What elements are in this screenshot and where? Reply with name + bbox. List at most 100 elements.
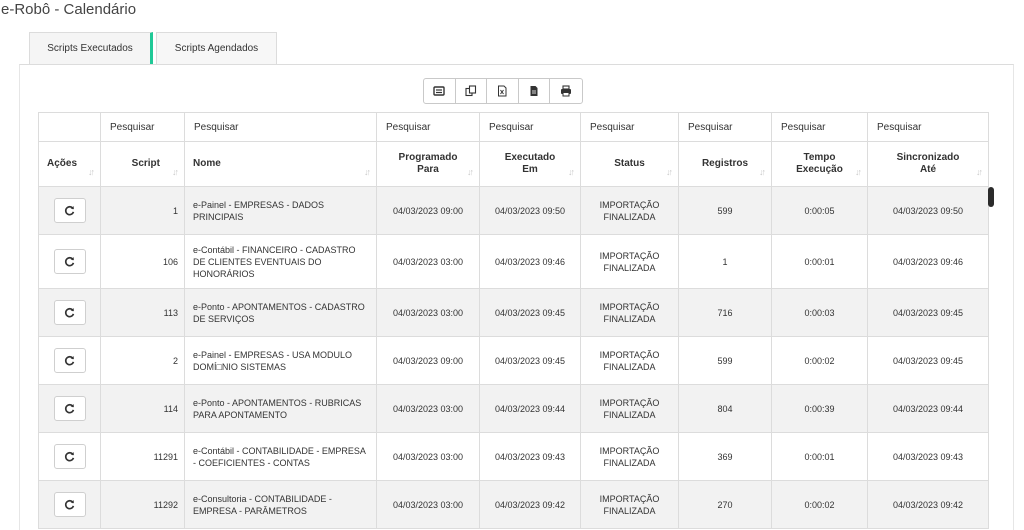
header-registros-label: Registros — [701, 158, 749, 169]
sincronizado-cell: 04/03/2023 09:45 — [867, 336, 989, 385]
programado-cell: 04/03/2023 03:00 — [376, 384, 480, 433]
tempo-cell: 0:00:01 — [771, 432, 868, 481]
actions-cell — [38, 234, 101, 289]
tab-scripts-agendados[interactable]: Scripts Agendados — [156, 32, 277, 65]
refresh-button[interactable] — [53, 444, 86, 469]
sort-icon: ↓↑ — [666, 167, 673, 177]
nome-cell: e-Ponto - APONTAMENTOS - RUBRICAS PARA A… — [184, 384, 377, 433]
registros-cell: 369 — [678, 432, 772, 481]
copy-button[interactable] — [456, 79, 488, 103]
header-programado[interactable]: Programado Para ↓↑ — [376, 141, 480, 187]
table-row: 11291 e-Contábil - CONTABILIDADE - EMPRE… — [38, 432, 989, 481]
refresh-icon — [64, 451, 75, 462]
header-tempo[interactable]: Tempo Execução ↓↑ — [771, 141, 868, 187]
script-cell: 106 — [100, 234, 185, 289]
refresh-icon — [64, 403, 75, 414]
excel-button[interactable] — [487, 79, 519, 103]
programado-cell: 04/03/2023 09:00 — [376, 336, 480, 385]
refresh-button[interactable] — [53, 198, 86, 223]
refresh-button[interactable] — [53, 249, 86, 274]
script-cell: 11291 — [100, 432, 185, 481]
search-cell-empty — [38, 112, 101, 142]
sort-icon: ↓↑ — [976, 167, 983, 177]
header-registros[interactable]: Registros ↓↑ — [678, 141, 772, 187]
header-nome-label: Nome — [193, 158, 221, 169]
script-cell: 11292 — [100, 480, 185, 529]
script-cell: 1 — [100, 186, 185, 235]
search-tempo-input[interactable]: Pesquisar — [771, 112, 868, 142]
refresh-icon — [64, 499, 75, 510]
script-cell: 113 — [100, 288, 185, 337]
search-status-input[interactable]: Pesquisar — [580, 112, 679, 142]
search-executado-input[interactable]: Pesquisar — [479, 112, 581, 142]
search-registros-input[interactable]: Pesquisar — [678, 112, 772, 142]
tempo-cell: 0:00:02 — [771, 480, 868, 529]
programado-cell: 04/03/2023 03:00 — [376, 432, 480, 481]
sort-icon: ↓↑ — [364, 167, 371, 177]
header-executado[interactable]: Executado Em ↓↑ — [479, 141, 581, 187]
header-nome[interactable]: Nome ↓↑ — [184, 141, 377, 187]
search-programado-input[interactable]: Pesquisar — [376, 112, 480, 142]
table-row: 2 e-Painel - EMPRESAS - USA MODULO DOMÍ□… — [38, 336, 989, 385]
registros-cell: 804 — [678, 384, 772, 433]
excel-icon — [498, 85, 507, 97]
programado-cell: 04/03/2023 03:00 — [376, 480, 480, 529]
table-row: 1 e-Painel - EMPRESAS - DADOS PRINCIPAIS… — [38, 186, 989, 235]
header-row: Ações ↓↑ Script ↓↑ Nome ↓↑ Programado Para ↓↑… — [38, 141, 989, 187]
table-row: 113 e-Ponto - APONTAMENTOS - CADASTRO DE… — [38, 288, 989, 337]
columns-button[interactable] — [424, 79, 456, 103]
sincronizado-cell: 04/03/2023 09:50 — [867, 186, 989, 235]
refresh-button[interactable] — [53, 300, 86, 325]
table-row: 106 e-Contábil - FINANCEIRO - CADASTRO D… — [38, 234, 989, 289]
search-script-input[interactable]: Pesquisar — [100, 112, 185, 142]
nome-cell: e-Consultoria - CONTABILIDADE - EMPRESA … — [184, 480, 377, 529]
sincronizado-cell: 04/03/2023 09:46 — [867, 234, 989, 289]
header-executado-line2: Em — [522, 164, 538, 175]
pdf-button[interactable] — [519, 79, 551, 103]
status-cell: IMPORTAÇÃO FINALIZADA — [580, 336, 679, 385]
refresh-icon — [64, 307, 75, 318]
executado-cell: 04/03/2023 09:43 — [479, 432, 581, 481]
search-nome-input[interactable]: Pesquisar — [184, 112, 377, 142]
sincronizado-cell: 04/03/2023 09:44 — [867, 384, 989, 433]
refresh-button[interactable] — [53, 492, 86, 517]
search-sincronizado-input[interactable]: Pesquisar — [867, 112, 989, 142]
nome-cell: e-Painel - EMPRESAS - USA MODULO DOMÍ□NI… — [184, 336, 377, 385]
table-row: 11292 e-Consultoria - CONTABILIDADE - EM… — [38, 480, 989, 529]
executado-cell: 04/03/2023 09:50 — [479, 186, 581, 235]
script-cell: 114 — [100, 384, 185, 433]
status-cell: IMPORTAÇÃO FINALIZADA — [580, 384, 679, 433]
actions-cell — [38, 384, 101, 433]
header-script[interactable]: Script ↓↑ — [100, 141, 185, 187]
table-row: 114 e-Ponto - APONTAMENTOS - RUBRICAS PA… — [38, 384, 989, 433]
programado-cell: 04/03/2023 03:00 — [376, 234, 480, 289]
status-cell: IMPORTAÇÃO FINALIZADA — [580, 234, 679, 289]
tempo-cell: 0:00:39 — [771, 384, 868, 433]
status-cell: IMPORTAÇÃO FINALIZADA — [580, 288, 679, 337]
refresh-button[interactable] — [53, 348, 86, 373]
actions-cell — [38, 432, 101, 481]
script-cell: 2 — [100, 336, 185, 385]
header-sincronizado[interactable]: Sincronizado Até ↓↑ — [867, 141, 989, 187]
header-tempo-line2: Execução — [796, 164, 843, 175]
scrollbar-thumb[interactable] — [988, 187, 994, 207]
refresh-icon — [64, 256, 75, 267]
nome-cell: e-Ponto - APONTAMENTOS - CADASTRO DE SER… — [184, 288, 377, 337]
sort-icon: ↓↑ — [172, 167, 179, 177]
actions-cell — [38, 288, 101, 337]
export-toolbar — [423, 78, 583, 104]
nome-cell: e-Contábil - FINANCEIRO - CADASTRO DE CL… — [184, 234, 377, 289]
header-status[interactable]: Status ↓↑ — [580, 141, 679, 187]
sort-icon: ↓↑ — [568, 167, 575, 177]
copy-icon — [465, 85, 476, 97]
refresh-button[interactable] — [53, 396, 86, 421]
registros-cell: 599 — [678, 336, 772, 385]
header-acoes[interactable]: Ações ↓↑ — [38, 141, 101, 187]
header-programado-line1: Programado — [398, 152, 458, 163]
nome-cell: e-Painel - EMPRESAS - DADOS PRINCIPAIS — [184, 186, 377, 235]
print-button[interactable] — [550, 79, 582, 103]
registros-cell: 716 — [678, 288, 772, 337]
refresh-icon — [64, 355, 75, 366]
refresh-icon — [64, 205, 75, 216]
tab-scripts-executados[interactable]: Scripts Executados — [29, 32, 153, 65]
